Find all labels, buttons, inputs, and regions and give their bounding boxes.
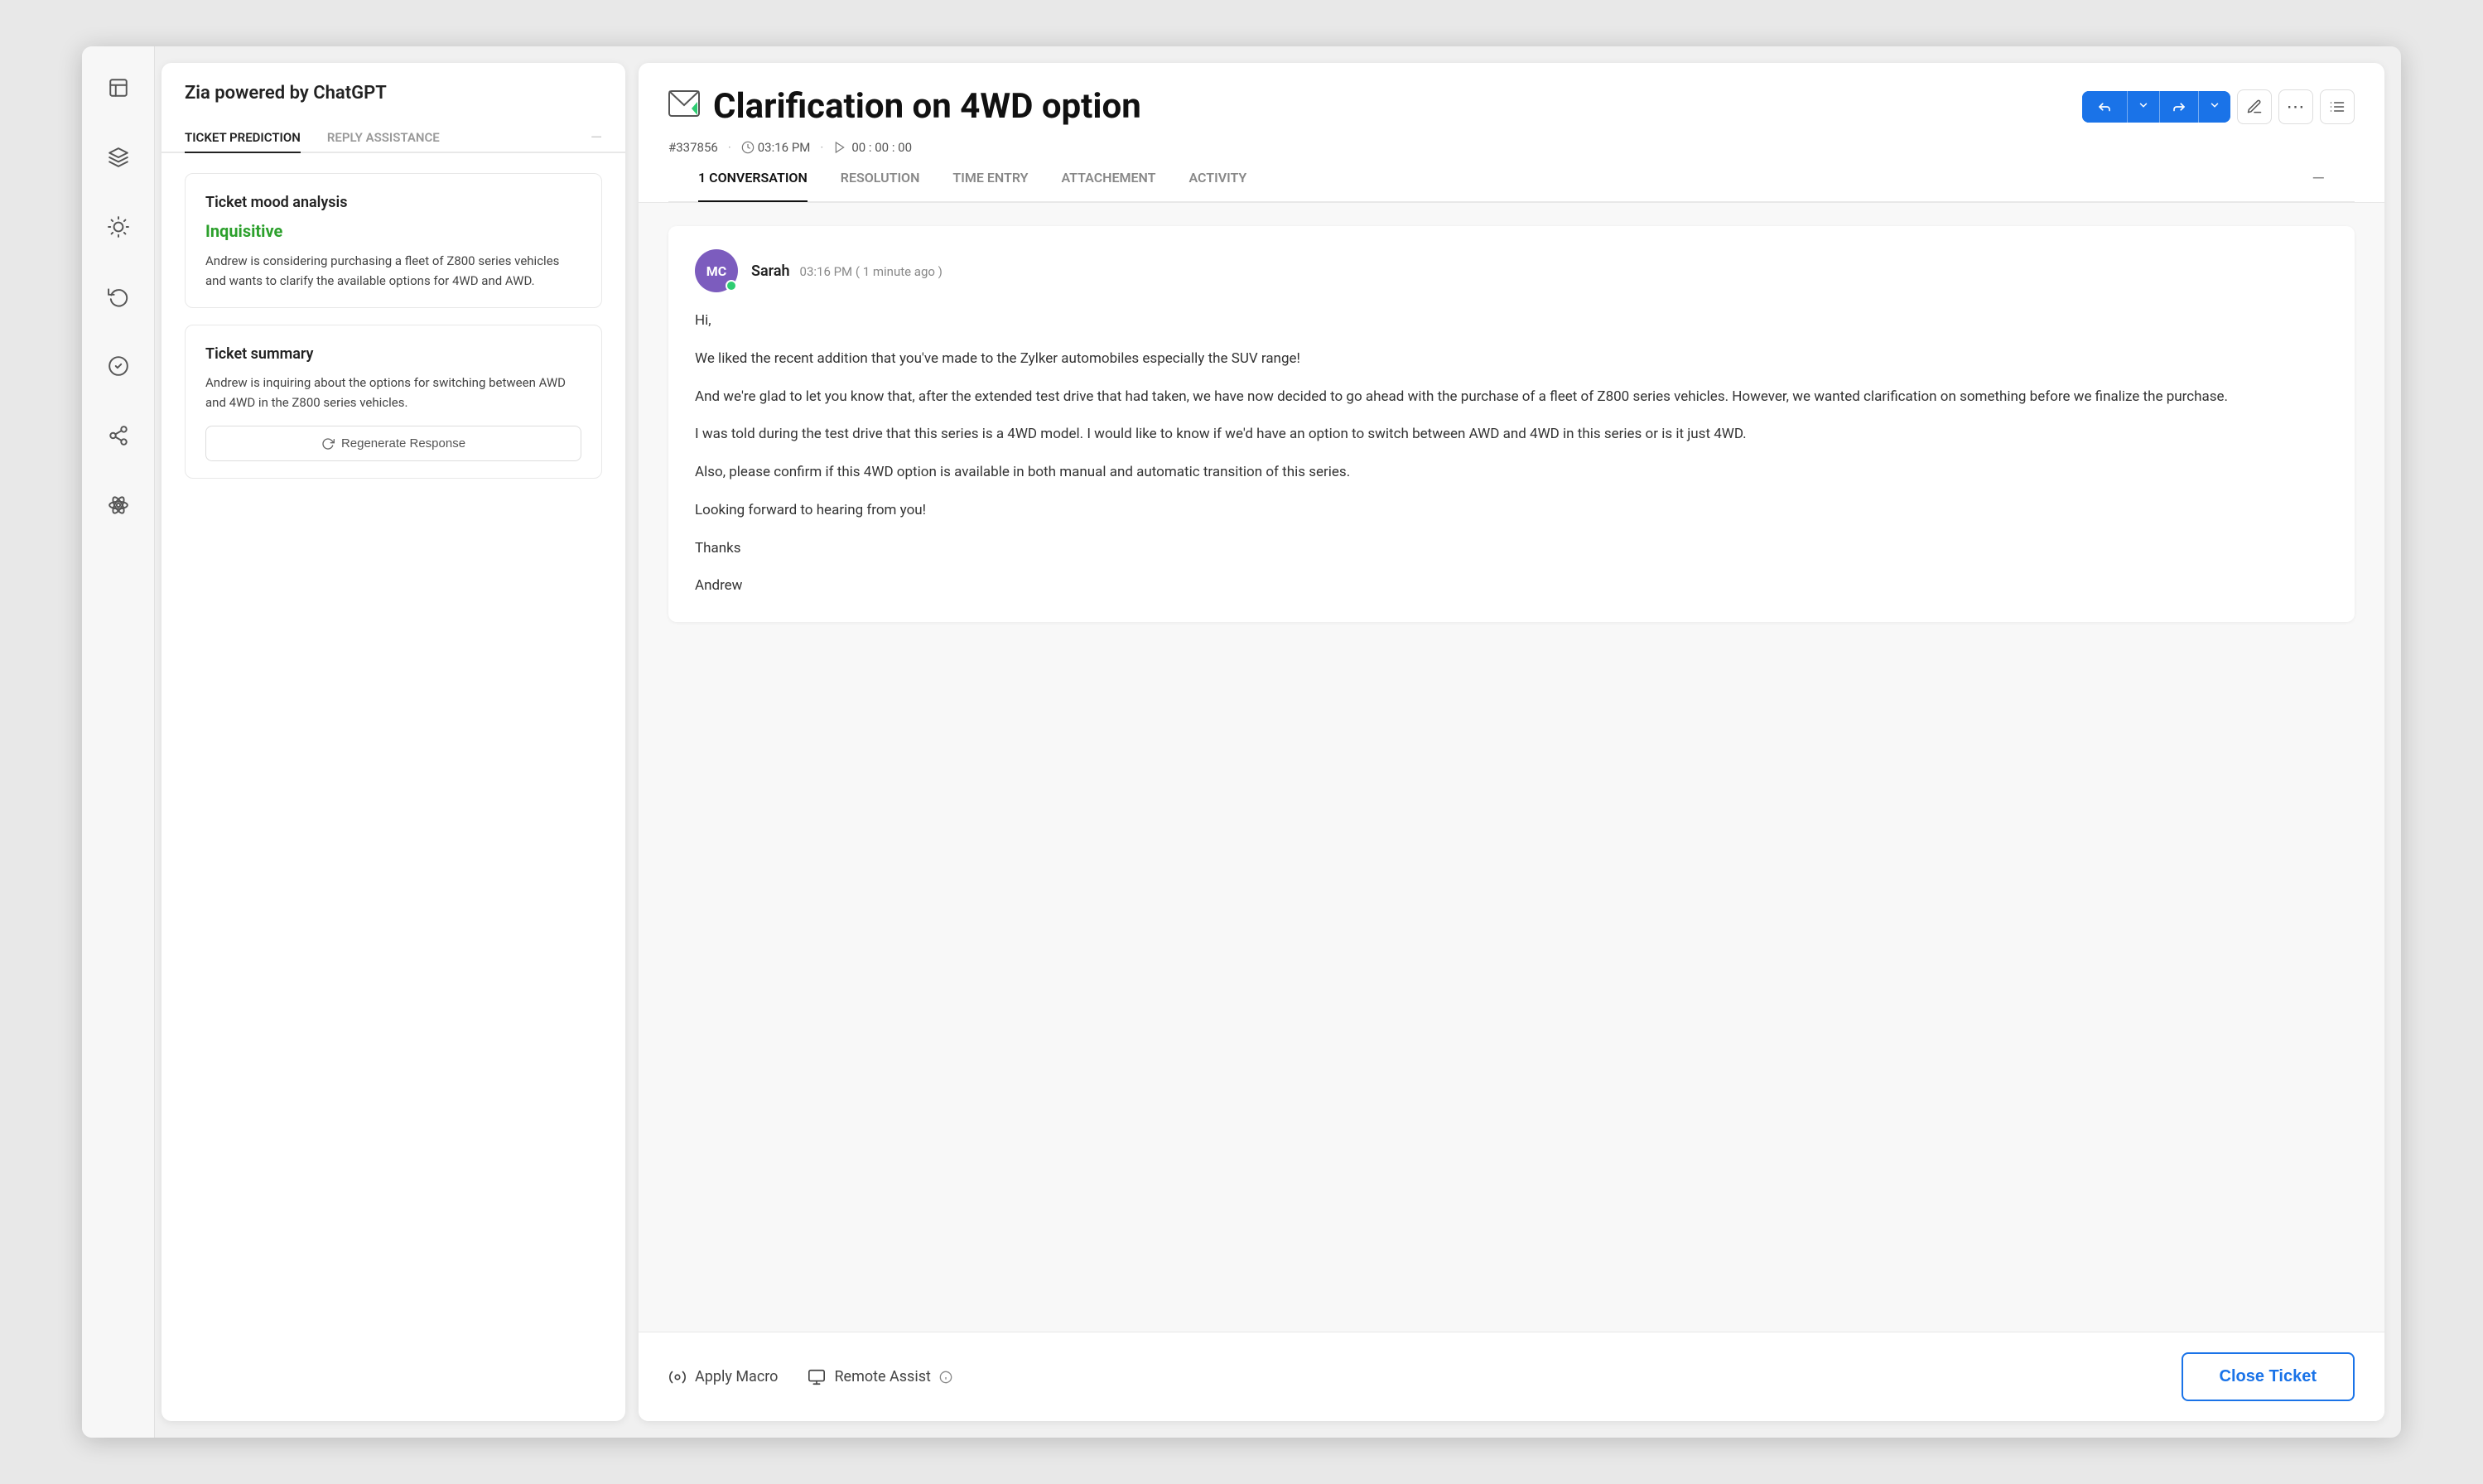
ticket-meta: #337856 · 03:16 PM · 00 : 00 : 00 [668,140,2355,155]
tab-reply-assistance[interactable]: REPLY ASSISTANCE [327,123,440,153]
ticket-header: Clarification on 4WD option [639,63,2384,203]
ticket-footer: Apply Macro Remote Assist Close Ticket [639,1332,2384,1421]
msg-line-2: We liked the recent addition that you've… [695,347,2328,372]
ticket-tabs: 1 CONVERSATION RESOLUTION TIME ENTRY ATT… [668,155,2355,202]
avatar-status-indicator [726,280,737,292]
more-button[interactable]: ⋯ [2278,89,2313,124]
message-sender-name: Sarah [751,263,790,280]
mood-card: Ticket mood analysis Inquisitive Andrew … [185,173,602,308]
sender-avatar: MC [695,249,738,292]
summary-card-title: Ticket summary [205,345,581,363]
footer-left-actions: Apply Macro Remote Assist [668,1368,952,1386]
tabs-more-icon[interactable]: — [2312,168,2325,188]
ticket-title-left: Clarification on 4WD option [668,86,1141,127]
reply-button[interactable] [2082,91,2127,123]
ticket-title-row: Clarification on 4WD option [668,86,2355,127]
ticket-content: MC Sarah 03:16 PM ( 1 minute ago ) Hi, W… [639,203,2384,1332]
message-header: MC Sarah 03:16 PM ( 1 minute ago ) [695,249,2328,292]
tab-conversation[interactable]: 1 CONVERSATION [698,155,808,202]
message-meta: Sarah 03:16 PM ( 1 minute ago ) [751,263,943,280]
message-card: MC Sarah 03:16 PM ( 1 minute ago ) Hi, W… [668,226,2355,622]
ticket-id: #337856 [668,140,718,155]
sidebar-icon-light[interactable] [97,205,140,248]
regenerate-button[interactable]: Regenerate Response [205,426,581,461]
zia-body: Ticket mood analysis Inquisitive Andrew … [162,153,625,499]
mood-card-title: Ticket mood analysis [205,194,581,211]
zia-header: Zia powered by ChatGPT [162,63,625,104]
tab-time-entry[interactable]: TIME ENTRY [952,155,1028,202]
apply-macro-action[interactable]: Apply Macro [668,1368,778,1386]
mood-card-text: Andrew is considering purchasing a fleet… [205,251,581,291]
mood-label: Inquisitive [205,221,581,241]
regenerate-label: Regenerate Response [341,436,465,450]
message-body: Hi, We liked the recent addition that yo… [695,309,2328,599]
msg-line-3: And we're glad to let you know that, aft… [695,385,2328,410]
remote-assist-label: Remote Assist [834,1368,930,1385]
zia-tabs-divider: — [591,129,602,147]
zia-title: Zia powered by ChatGPT [185,83,387,104]
sidebar-icon-ticket[interactable] [97,66,140,109]
tab-ticket-prediction[interactable]: TICKET PREDICTION [185,123,301,153]
msg-line-8: Andrew [695,574,2328,599]
summary-card: Ticket summary Andrew is inquiring about… [185,325,602,479]
close-ticket-button[interactable]: Close Ticket [2182,1352,2355,1401]
reply-button-group[interactable] [2082,91,2230,123]
forward-button[interactable] [2160,91,2198,123]
msg-line-6: Looking forward to hearing from you! [695,499,2328,523]
ticket-panel: Clarification on 4WD option [639,63,2384,1421]
ticket-email-icon [668,90,700,123]
ticket-timer: 00 : 00 : 00 [833,140,912,155]
sidebar-icon-history[interactable] [97,275,140,318]
icon-sidebar [82,46,155,1438]
remote-assist-action[interactable]: Remote Assist [808,1368,952,1386]
zia-tabs: TICKET PREDICTION REPLY ASSISTANCE — [162,110,625,153]
ticket-time: 03:16 PM [741,140,811,155]
msg-line-4: I was told during the test drive that th… [695,422,2328,447]
ticket-title: Clarification on 4WD option [713,86,1141,127]
zia-panel: Zia powered by ChatGPT TICKET PREDICTION… [162,63,625,1421]
tab-activity[interactable]: ACTIVITY [1188,155,1246,202]
forward-dropdown-button[interactable] [2199,91,2230,123]
reply-dropdown-button[interactable] [2128,91,2159,123]
msg-line-5: Also, please confirm if this 4WD option … [695,460,2328,485]
tab-attachement[interactable]: ATTACHEMENT [1061,155,1155,202]
summary-card-text: Andrew is inquiring about the options fo… [205,373,581,412]
edit-button[interactable] [2237,89,2272,124]
sidebar-icon-share[interactable] [97,414,140,457]
tab-resolution[interactable]: RESOLUTION [841,155,920,202]
sidebar-icon-check[interactable] [97,344,140,388]
message-timestamp: 03:16 PM ( 1 minute ago ) [800,264,943,279]
ticket-actions: ⋯ [2082,89,2355,124]
sidebar-icon-atom[interactable] [97,484,140,527]
more-dots-icon: ⋯ [2287,96,2306,118]
msg-line-1: Hi, [695,309,2328,334]
apply-macro-label: Apply Macro [695,1368,778,1385]
msg-line-7: Thanks [695,537,2328,561]
sidebar-icon-zia[interactable] [97,136,140,179]
filter-button[interactable] [2320,89,2355,124]
